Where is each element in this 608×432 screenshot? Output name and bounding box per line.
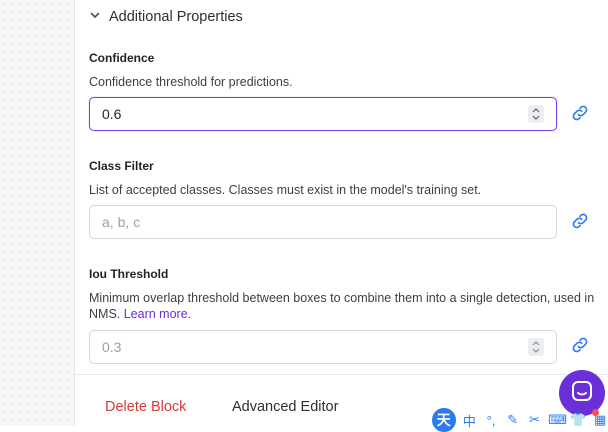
delete-block-button[interactable]: Delete Block bbox=[105, 399, 186, 415]
class-filter-input[interactable] bbox=[90, 206, 556, 238]
advanced-editor-button[interactable]: Advanced Editor bbox=[232, 399, 338, 415]
confidence-label: Confidence bbox=[89, 51, 155, 65]
learn-more-link[interactable]: Learn more. bbox=[124, 307, 191, 321]
link-icon bbox=[570, 103, 590, 128]
confidence-input[interactable] bbox=[90, 98, 528, 130]
class-filter-label: Class Filter bbox=[89, 159, 154, 173]
stepper-up-icon[interactable] bbox=[532, 108, 540, 113]
workflow-canvas-edge[interactable] bbox=[0, 0, 74, 426]
confidence-description: Confidence threshold for predictions. bbox=[89, 75, 293, 89]
notification-dot bbox=[592, 409, 599, 416]
chevron-down-icon bbox=[89, 8, 101, 26]
section-title: Additional Properties bbox=[109, 9, 243, 25]
iou-threshold-stepper[interactable] bbox=[528, 338, 544, 356]
chat-bubble-icon bbox=[570, 379, 594, 408]
confidence-field bbox=[89, 97, 557, 131]
additional-properties-toggle[interactable]: Additional Properties bbox=[89, 6, 243, 28]
class-filter-description: List of accepted classes. Classes must e… bbox=[89, 183, 482, 197]
class-filter-field bbox=[89, 205, 557, 239]
confidence-stepper[interactable] bbox=[528, 105, 544, 123]
iou-threshold-link-button[interactable] bbox=[569, 336, 591, 358]
iou-threshold-input[interactable] bbox=[90, 331, 528, 363]
link-icon bbox=[570, 211, 590, 236]
ime-toolbar: 天 中 °, ✎ ✂ ⌨ 👕 ▦ bbox=[430, 408, 608, 432]
ime-logo[interactable]: 天 bbox=[432, 408, 456, 432]
confidence-link-button[interactable] bbox=[569, 104, 591, 126]
ime-language-toggle[interactable]: 中 bbox=[462, 411, 478, 430]
block-properties-panel: Additional Properties Confidence Confide… bbox=[74, 0, 608, 427]
iou-threshold-field bbox=[89, 330, 557, 364]
stepper-down-icon[interactable] bbox=[532, 348, 540, 353]
stepper-down-icon[interactable] bbox=[532, 115, 540, 120]
iou-threshold-label: Iou Threshold bbox=[89, 267, 169, 281]
class-filter-link-button[interactable] bbox=[569, 212, 591, 234]
iou-threshold-description: Minimum overlap threshold between boxes … bbox=[89, 290, 599, 322]
ime-punctuation-icon[interactable]: °, bbox=[483, 413, 499, 428]
link-icon bbox=[570, 335, 590, 360]
stepper-up-icon[interactable] bbox=[532, 341, 540, 346]
